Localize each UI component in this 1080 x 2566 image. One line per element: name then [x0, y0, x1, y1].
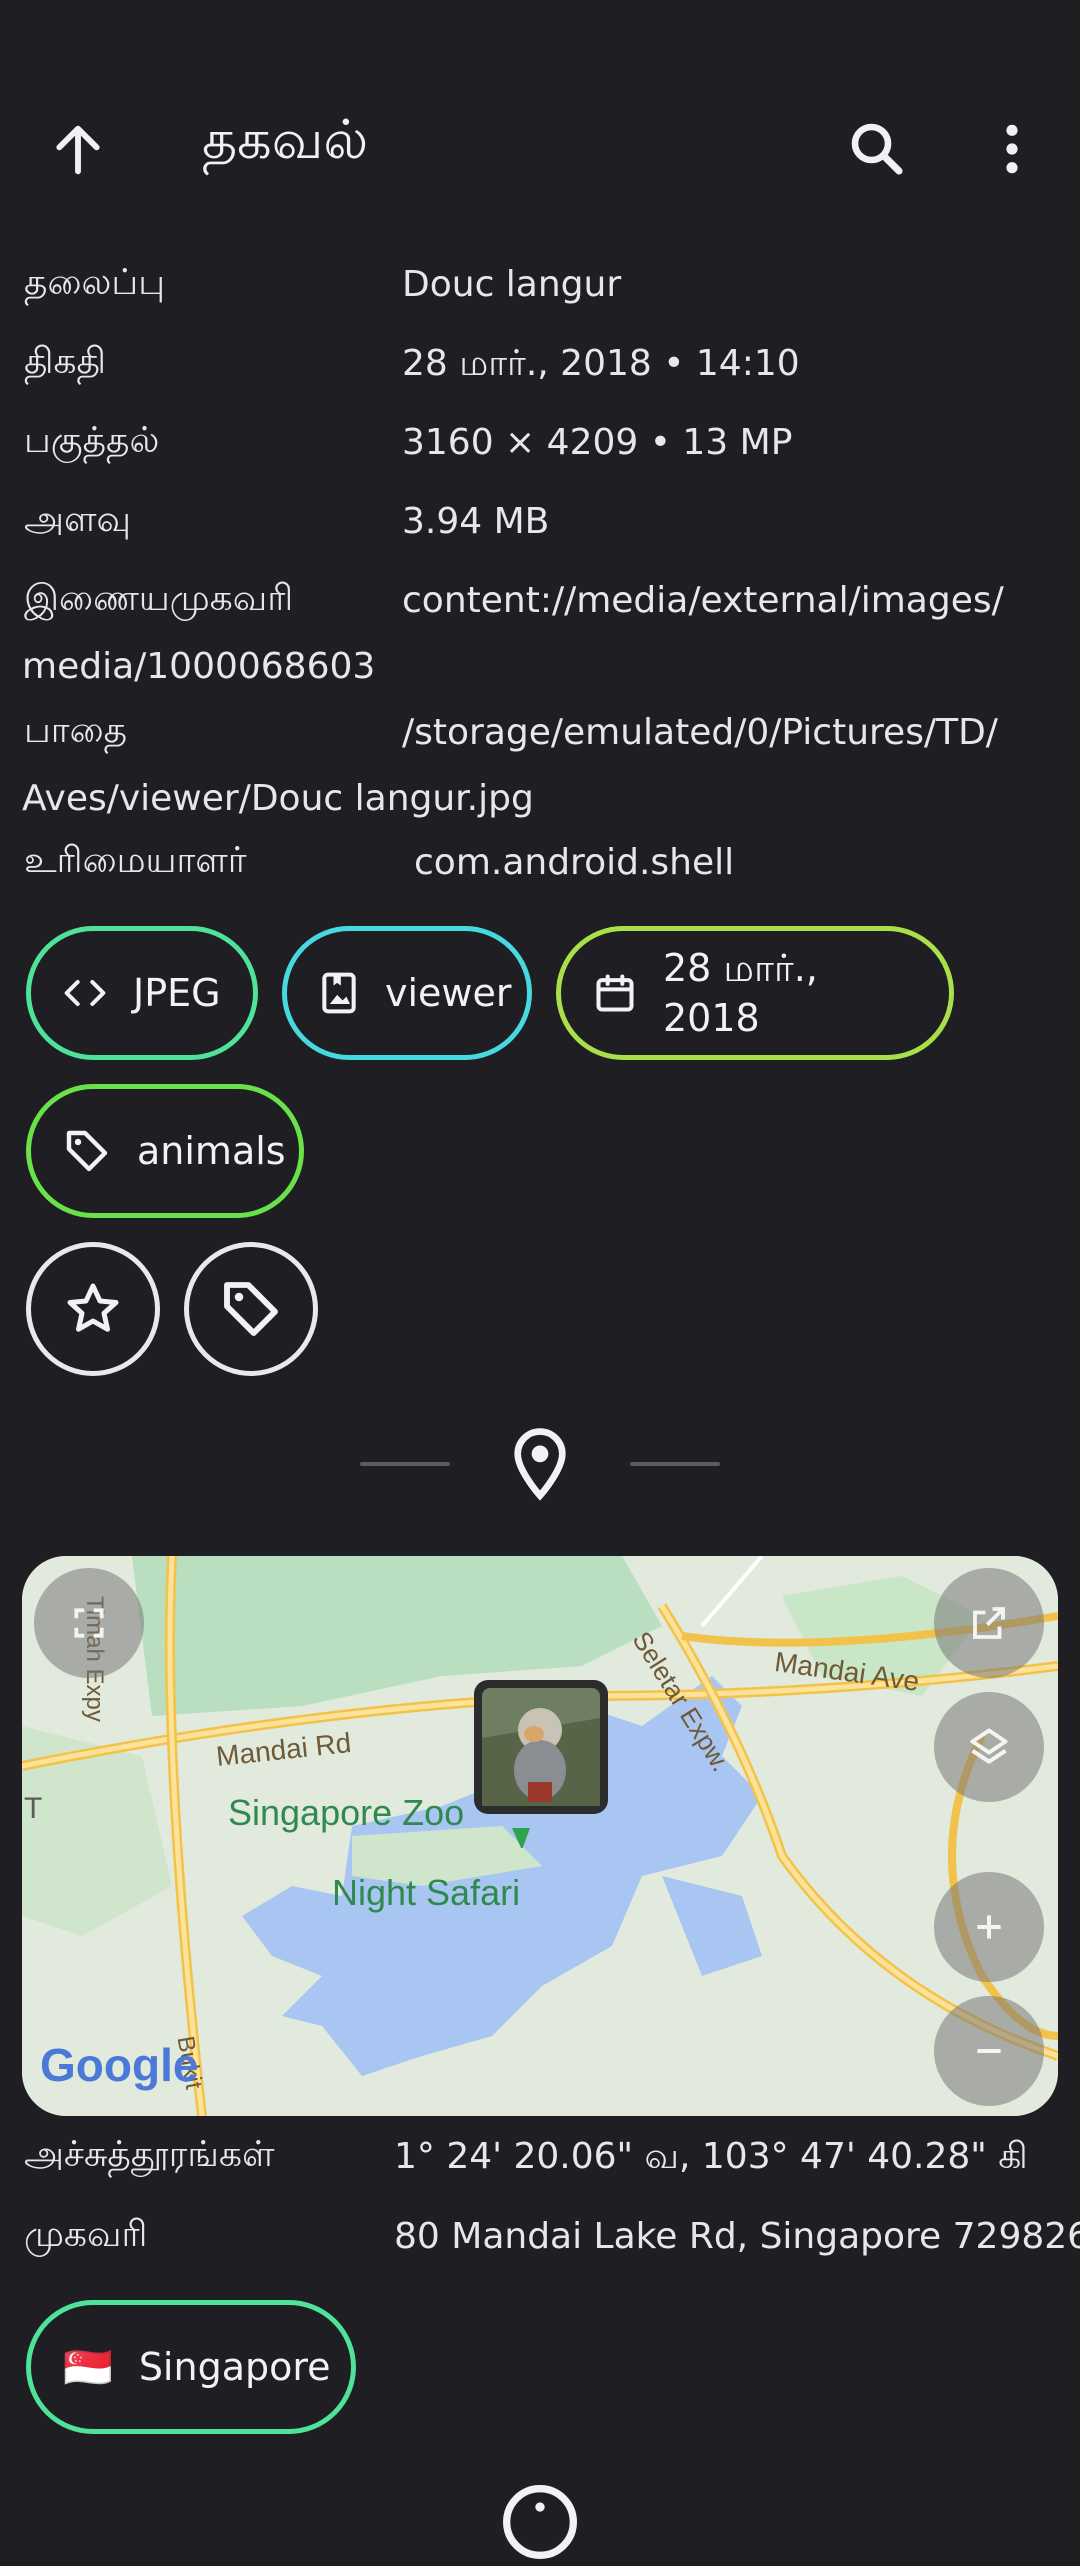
chip-album[interactable]: viewer [282, 926, 532, 1060]
fullscreen-icon [74, 1608, 104, 1638]
map-label-zoo: Singapore Zoo [228, 1792, 465, 1833]
star-outline-icon [67, 1283, 119, 1332]
more-vert-icon [1006, 124, 1018, 174]
chip-date[interactable]: 28 மார்., 2018 [556, 926, 954, 1060]
title-value: Douc langur [402, 264, 622, 305]
coordinates-value: 1° 24' 20.06" வ, 103° 47' 40.28" கி [394, 2136, 1028, 2177]
chip-label: viewer [385, 971, 512, 1015]
section-divider-right [630, 1462, 720, 1466]
edit-tags-button[interactable] [184, 1242, 318, 1376]
tag-outline-icon [224, 1282, 278, 1336]
uri-value-continued: media/1000068603 [22, 646, 376, 687]
path-value-continued: Aves/viewer/Douc langur.jpg [22, 778, 534, 819]
code-icon [64, 979, 106, 1007]
search-button[interactable] [844, 116, 910, 182]
zoom-out-icon [977, 2049, 1001, 2053]
google-logo: Google [40, 2039, 199, 2091]
resolution-value: 3160 × 4209 • 13 MP [402, 422, 793, 463]
date-label: திகதி [24, 341, 107, 382]
photo-marker-icon [474, 1680, 608, 1850]
map-label-t: T [24, 1792, 43, 1825]
chip-country[interactable]: 🇸🇬 Singapore [26, 2300, 356, 2434]
map-open-external-button[interactable] [934, 1568, 1044, 1678]
address-label: முகவரி [24, 2214, 148, 2255]
page-title: தகவல் [202, 108, 369, 171]
favorite-button[interactable] [26, 1242, 160, 1376]
size-value: 3.94 MB [402, 501, 550, 542]
resolution-label: பகுத்தல் [24, 420, 160, 461]
path-label: பாதை [24, 710, 128, 751]
location-pin-icon [514, 1428, 566, 1501]
info-icon [503, 2485, 577, 2559]
map-layers-button[interactable] [934, 1692, 1044, 1802]
zoom-in-icon [977, 1915, 1001, 1939]
flag-icon: 🇸🇬 [63, 2344, 113, 2391]
uri-label: இணையமுகவரி [24, 578, 294, 619]
tag-icon [66, 1130, 108, 1172]
map-zoom-in-button[interactable] [934, 1872, 1044, 1982]
owner-label: உரிமையாளர் [24, 840, 247, 881]
more-options-button[interactable] [980, 116, 1044, 182]
next-section-icon [500, 2482, 580, 2566]
map-fullscreen-button[interactable] [34, 1568, 144, 1678]
back-button[interactable] [46, 118, 110, 182]
title-label: தலைப்பு [24, 262, 165, 303]
chip-label: animals [137, 1129, 286, 1173]
date-value: 28 மார்., 2018 • 14:10 [402, 343, 800, 384]
chip-label: Singapore [138, 2345, 331, 2389]
photo-album-icon [322, 972, 356, 1014]
chip-label: 28 மார்., 2018 [663, 946, 818, 1040]
chip-tag-animals[interactable]: animals [26, 1084, 304, 1218]
open-external-icon [973, 1607, 1005, 1639]
section-divider-left [360, 1462, 450, 1466]
uri-value: content://media/external/images/ [402, 580, 1004, 621]
owner-value: com.android.shell [414, 842, 735, 883]
address-value: 80 Mandai Lake Rd, Singapore 729826 [394, 2216, 1080, 2257]
map-zoom-out-button[interactable] [934, 1996, 1044, 2106]
chip-label: JPEG [133, 971, 221, 1015]
calendar-icon [596, 974, 634, 1012]
search-icon [851, 123, 903, 175]
coordinates-label: அச்சுத்தூரங்கள் [24, 2134, 275, 2175]
size-label: அளவு [24, 499, 131, 540]
photo-marker[interactable] [472, 1678, 612, 1852]
path-value: /storage/emulated/0/Pictures/TD/ [402, 712, 998, 753]
map-label-night-safari: Night Safari [332, 1872, 521, 1913]
layers-icon [970, 1728, 1008, 1764]
chip-mime-type[interactable]: JPEG [26, 926, 258, 1060]
arrow-up-icon [56, 125, 100, 175]
location-section-header [506, 1426, 574, 1508]
map-view[interactable]: Timah Expy Mandai Rd Seletar Expw. Manda… [22, 1556, 1058, 2116]
